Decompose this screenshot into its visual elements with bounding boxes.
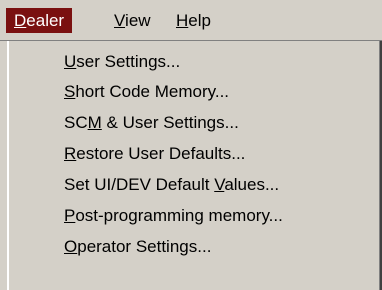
menu-item-mnemonic: M [87, 113, 102, 132]
menu-view[interactable]: View [106, 8, 159, 33]
menu-item-label-pre: SC [64, 113, 88, 132]
menu-item-label-post: alues... [224, 175, 280, 194]
menu-item-set-ui-dev-default-values[interactable]: Set UI/DEV Default Values... [64, 170, 279, 200]
menu-item-mnemonic: S [64, 82, 76, 101]
menu-item-short-code-memory[interactable]: Short Code Memory... [64, 77, 229, 107]
menu-view-mnemonic: V [114, 11, 126, 30]
menu-item-post-programming-memory[interactable]: Post-programming memory... [64, 201, 283, 231]
menu-help[interactable]: Help [168, 8, 219, 33]
menu-item-operator-settings[interactable]: Operator Settings... [64, 232, 211, 262]
application-window: Dealer View Help User Settings... Short … [0, 0, 382, 290]
window-edge [0, 41, 7, 290]
menu-item-mnemonic: P [64, 206, 76, 225]
menu-help-label-post: elp [188, 11, 211, 30]
menu-dealer-mnemonic: D [14, 11, 27, 30]
menu-item-mnemonic: O [64, 237, 78, 256]
menu-item-mnemonic: U [64, 52, 77, 71]
menu-item-mnemonic: V [214, 175, 225, 194]
menu-item-label-post: perator Settings... [77, 237, 212, 256]
menu-item-label-pre: Set UI/DEV Default [64, 175, 215, 194]
menu-help-mnemonic: H [176, 11, 189, 30]
menu-item-label-post: hort Code Memory... [75, 82, 230, 101]
menu-item-mnemonic: R [64, 144, 77, 163]
menu-item-label-post: ser Settings... [76, 52, 181, 71]
menu-bar: Dealer View Help [0, 0, 382, 41]
menu-item-label-post: ost-programming memory... [75, 206, 283, 225]
menu-item-label-post: estore User Defaults... [76, 144, 246, 163]
menu-dealer[interactable]: Dealer [6, 8, 73, 33]
menu-item-scm-user-settings[interactable]: SCM & User Settings... [64, 108, 239, 138]
dealer-dropdown-menu: User Settings... Short Code Memory... SC… [7, 41, 382, 290]
menu-dealer-label-post: ealer [26, 11, 65, 30]
menu-item-label-post: & User Settings... [101, 113, 239, 132]
menu-item-user-settings[interactable]: User Settings... [64, 47, 180, 77]
menu-item-restore-user-defaults[interactable]: Restore User Defaults... [64, 139, 245, 169]
menu-view-label-post: iew [125, 11, 151, 30]
